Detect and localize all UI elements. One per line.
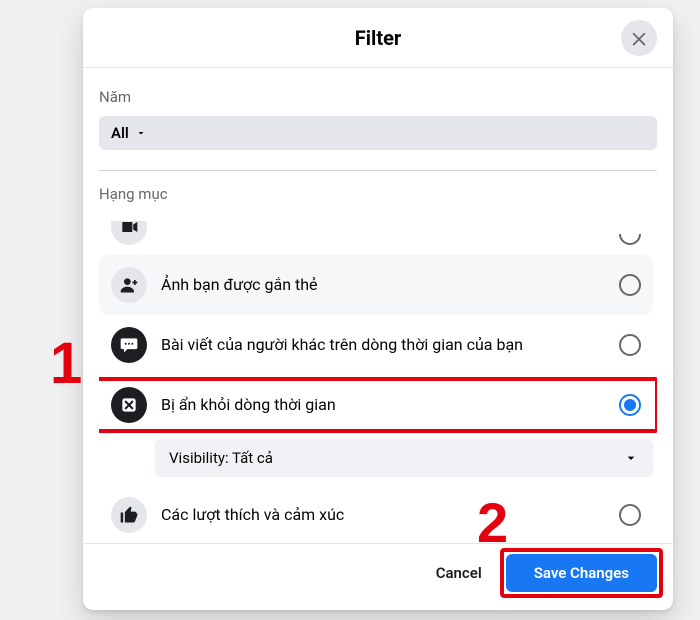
thumb-icon <box>111 497 147 533</box>
person-icon <box>111 267 147 303</box>
radio-button[interactable] <box>619 274 641 296</box>
video-icon <box>111 221 147 245</box>
year-label: Năm <box>99 88 657 106</box>
category-list[interactable]: Ảnh và video Ảnh bạn được gắn thẻ Bài vi… <box>99 217 657 537</box>
dialog-footer: Cancel Save Changes <box>83 543 673 610</box>
x-square-icon <box>111 387 147 423</box>
year-selected: All <box>111 124 129 142</box>
caret-down-icon <box>623 450 639 466</box>
list-item-label: Bị ẩn khỏi dòng thời gian <box>161 394 605 416</box>
dialog-body: Năm All Hạng mục Ảnh và video <box>83 68 673 543</box>
list-item-label: Ảnh bạn được gắn thẻ <box>161 274 605 296</box>
radio-cutoff <box>619 234 641 245</box>
caret-down-icon <box>135 127 147 139</box>
divider <box>99 170 657 171</box>
list-item[interactable]: Ảnh bạn được gắn thẻ <box>99 255 653 315</box>
list-item[interactable]: Ảnh và video <box>99 217 653 255</box>
list-item[interactable]: Bị ẩn khỏi dòng thời gian <box>99 375 653 435</box>
speech-icon <box>111 327 147 363</box>
visibility-label: Visibility: Tất cả <box>169 449 273 467</box>
save-button[interactable]: Save Changes <box>506 554 657 592</box>
close-button[interactable] <box>621 20 657 56</box>
highlighted-item-wrap: Bị ẩn khỏi dòng thời gian <box>99 375 653 435</box>
category-label: Hạng mục <box>99 185 657 203</box>
dialog-title: Filter <box>355 26 401 50</box>
category-list-area: Ảnh và video Ảnh bạn được gắn thẻ Bài vi… <box>99 217 657 537</box>
list-item[interactable]: Bài viết của người khác trên dòng thời g… <box>99 315 653 375</box>
radio-button[interactable] <box>619 504 641 526</box>
close-icon <box>629 28 649 48</box>
annotation-number-1: 1 <box>50 330 82 397</box>
list-item-label: Bài viết của người khác trên dòng thời g… <box>161 334 605 356</box>
filter-dialog: Filter Năm All Hạng mục Ảnh và video <box>83 8 673 610</box>
dialog-header: Filter <box>83 8 673 68</box>
list-item[interactable]: Các lượt thích và cảm xúc <box>99 485 653 537</box>
list-item-label: Các lượt thích và cảm xúc <box>161 504 605 526</box>
radio-button[interactable] <box>619 394 641 416</box>
save-button-wrap: Save Changes <box>506 554 657 592</box>
radio-button[interactable] <box>619 334 641 356</box>
year-dropdown[interactable]: All <box>99 116 657 150</box>
visibility-dropdown[interactable]: Visibility: Tất cả <box>155 439 653 477</box>
cancel-button[interactable]: Cancel <box>420 554 498 592</box>
